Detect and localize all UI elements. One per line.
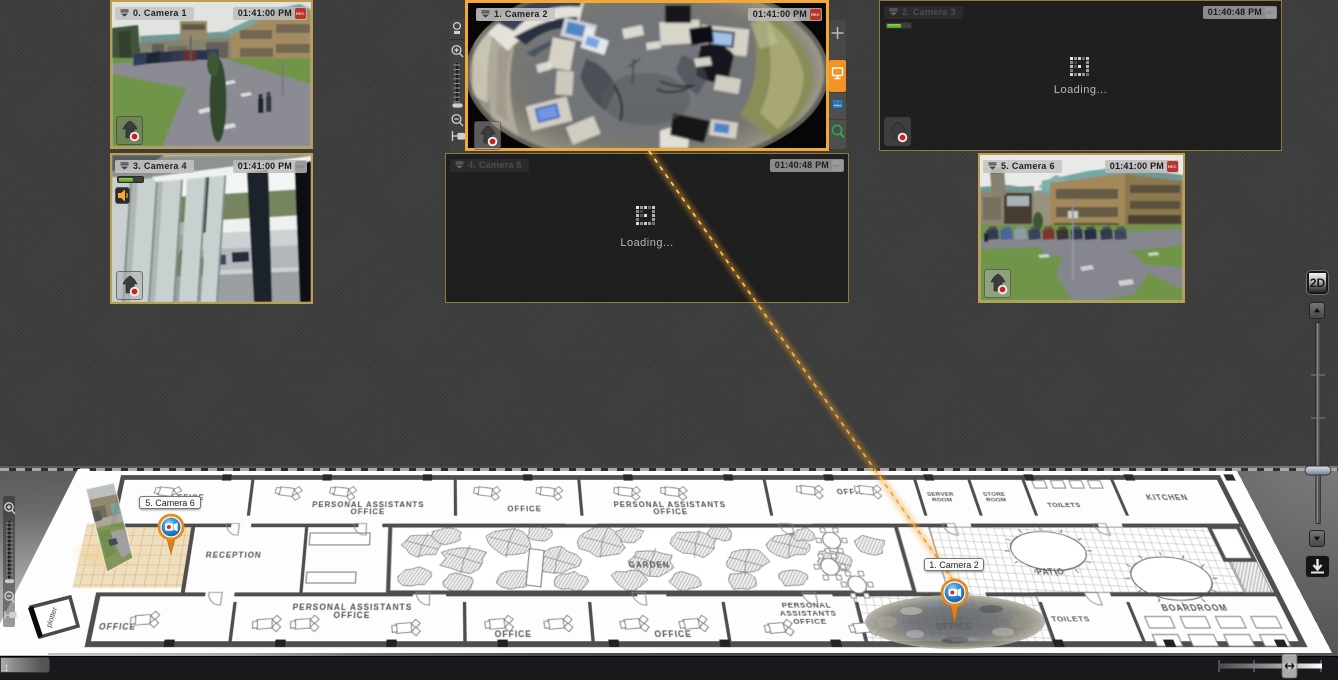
svg-text:OFFICE: OFFICE <box>653 509 689 517</box>
svg-text:OFFICE: OFFICE <box>350 509 385 517</box>
svg-text:RECEPTION: RECEPTION <box>205 552 262 560</box>
svg-text:KITCHEN: KITCHEN <box>1145 495 1190 503</box>
svg-text:GARDEN: GARDEN <box>628 562 670 570</box>
svg-text:OFFICE: OFFICE <box>654 631 693 640</box>
svg-text:OFFICE: OFFICE <box>792 618 827 627</box>
svg-text:BOARDROOM: BOARDROOM <box>1160 605 1230 614</box>
svg-text:PATIO: PATIO <box>1035 569 1066 577</box>
svg-text:OFFICE: OFFICE <box>495 631 533 640</box>
svg-text:OFFICE: OFFICE <box>98 623 137 632</box>
svg-text:ROOM: ROOM <box>931 497 953 503</box>
svg-text:ROOM: ROOM <box>985 497 1007 503</box>
svg-text:OFFICE: OFFICE <box>507 506 542 514</box>
svg-text:OFFICE: OFFICE <box>333 612 370 621</box>
svg-text:TOILETS: TOILETS <box>1050 615 1092 624</box>
svg-text:TOILETS: TOILETS <box>1047 503 1083 510</box>
